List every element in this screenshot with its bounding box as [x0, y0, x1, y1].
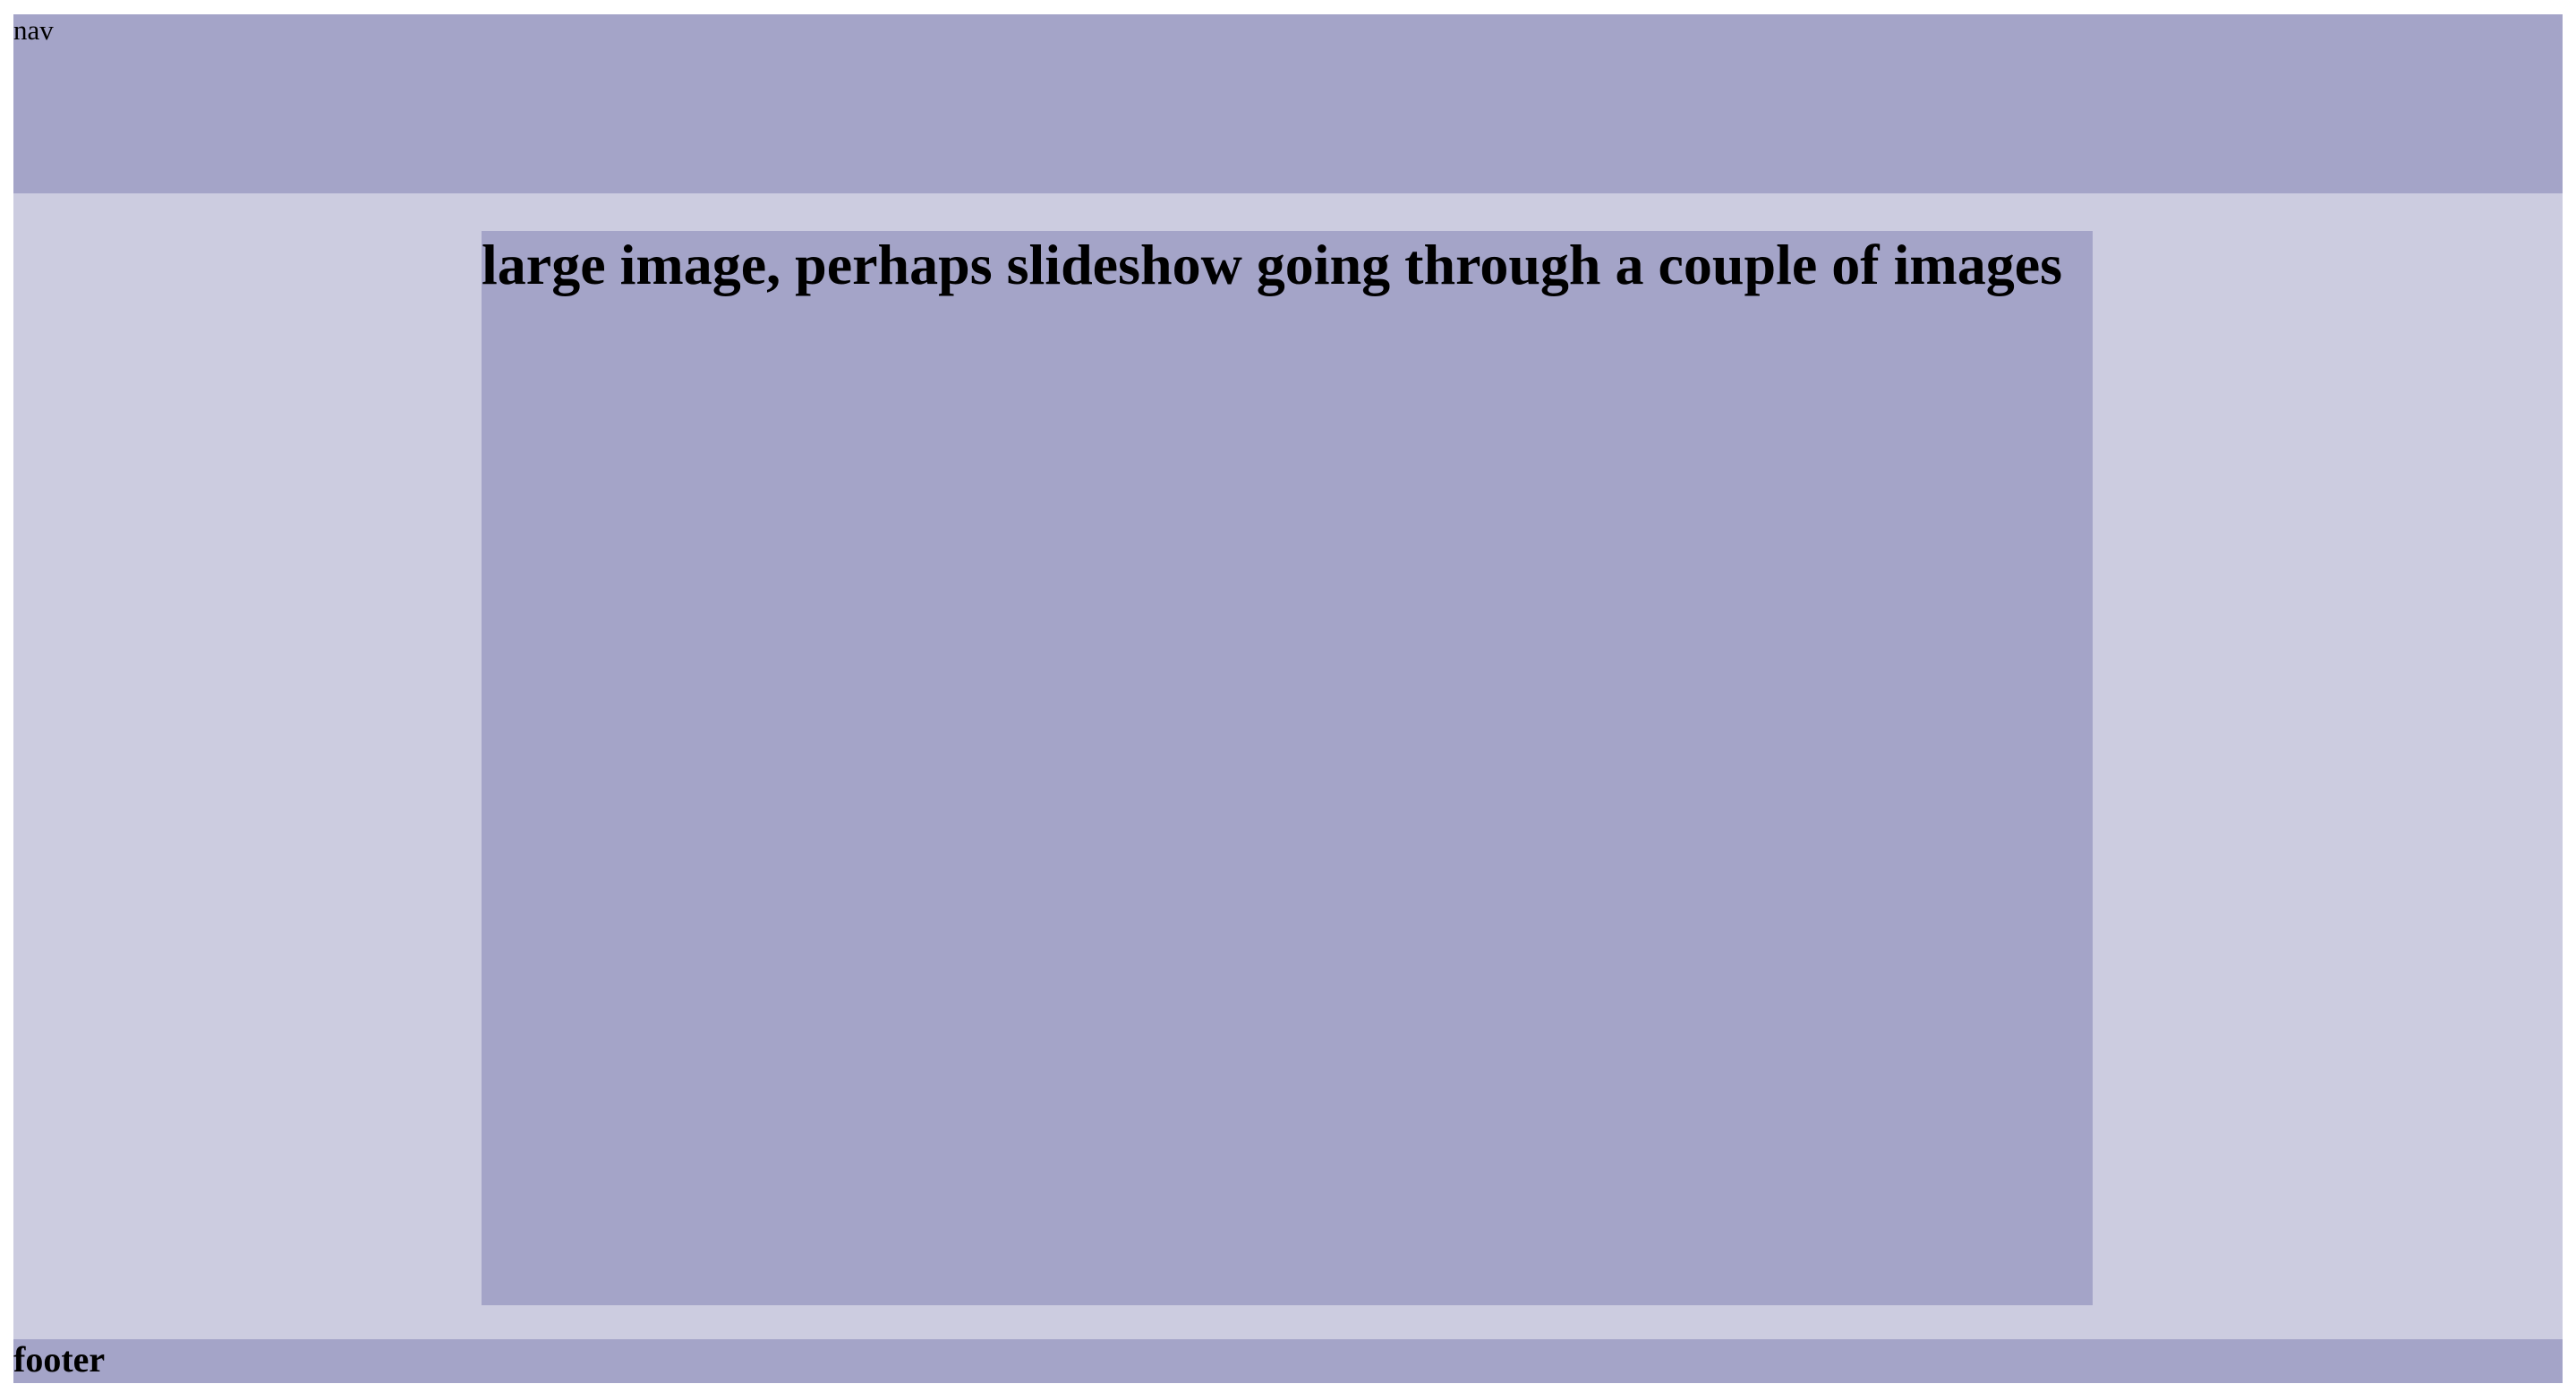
hero-image-placeholder: large image, perhaps slideshow going thr… [482, 231, 2093, 1305]
nav-label: nav [13, 14, 54, 46]
hero-title: large image, perhaps slideshow going thr… [482, 233, 2062, 296]
main-content: large image, perhaps slideshow going thr… [13, 193, 2563, 1339]
footer-label: footer [13, 1339, 106, 1380]
nav-bar: nav [13, 14, 2563, 193]
page: nav large image, perhaps slideshow going… [13, 14, 2563, 1383]
footer: footer [13, 1339, 2563, 1383]
